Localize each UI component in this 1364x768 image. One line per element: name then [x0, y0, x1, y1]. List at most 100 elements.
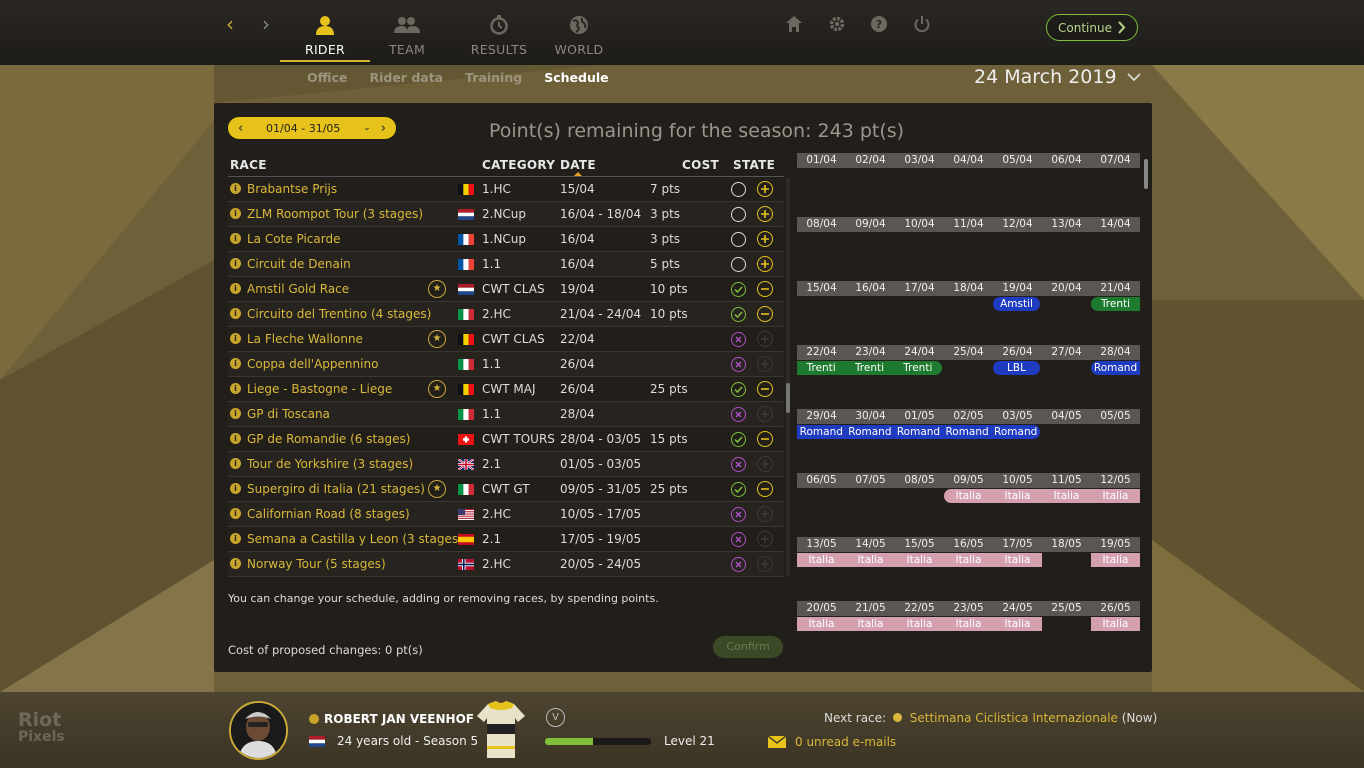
race-info-icon[interactable]: i	[230, 233, 241, 244]
table-row[interactable]: iAmstil Gold Race★CWT CLAS19/0410 pts	[228, 277, 784, 302]
back-arrow-icon[interactable]: ‹	[226, 12, 234, 36]
table-row[interactable]: iGP di Toscana1.128/04	[228, 402, 784, 427]
mail-link[interactable]: 0 unread e-mails	[768, 735, 896, 749]
calendar-race-bar[interactable]: Romand	[1091, 361, 1140, 375]
current-date-selector[interactable]: 24 March 2019	[974, 66, 1141, 88]
chevron-left-icon[interactable]: ‹	[238, 121, 243, 136]
tab-results[interactable]: RESULTS	[454, 10, 544, 57]
race-name[interactable]: La Fleche Wallonne	[247, 327, 363, 351]
column-header-cost[interactable]: COST	[682, 158, 719, 172]
race-name[interactable]: Norway Tour (5 stages)	[247, 552, 386, 576]
race-name[interactable]: GP di Toscana	[247, 402, 330, 426]
table-row[interactable]: iLa Cote Picarde1.NCup16/043 pts	[228, 227, 784, 252]
power-icon[interactable]	[913, 15, 931, 33]
table-row[interactable]: iNorway Tour (5 stages)2.HC20/05 - 24/05	[228, 552, 784, 577]
race-info-icon[interactable]: i	[230, 433, 241, 444]
remove-race-button[interactable]	[757, 281, 773, 297]
table-row[interactable]: iSemana a Castilla y Leon (3 stages)2.11…	[228, 527, 784, 552]
column-header-date[interactable]: DATE	[560, 158, 596, 172]
subtab-schedule[interactable]: Schedule	[544, 70, 608, 85]
table-row[interactable]: iSupergiro di Italia (21 stages)★CWT GT0…	[228, 477, 784, 502]
calendar-scrollbar[interactable]	[1144, 153, 1148, 658]
calendar-race-bar[interactable]: LBL	[993, 361, 1040, 375]
tab-world[interactable]: WORLD	[534, 10, 624, 57]
confirm-button[interactable]: Confirm	[713, 636, 783, 658]
gear-icon[interactable]	[828, 15, 846, 33]
race-list-scrollbar[interactable]	[786, 178, 790, 576]
calendar-race-bar[interactable]: RomandRomandRomandRomandRomand	[797, 425, 1040, 439]
column-header-state[interactable]: STATE	[733, 158, 775, 172]
subtab-office[interactable]: Office	[307, 70, 347, 85]
race-info-icon[interactable]: i	[230, 483, 241, 494]
race-info-icon[interactable]: i	[230, 408, 241, 419]
continue-button[interactable]: Continue	[1046, 14, 1138, 41]
scrollbar-thumb[interactable]	[786, 383, 790, 413]
race-name[interactable]: Liege - Bastogne - Liege	[247, 377, 392, 401]
race-info-icon[interactable]: i	[230, 458, 241, 469]
avatar[interactable]	[229, 701, 288, 760]
race-info-icon[interactable]: i	[230, 183, 241, 194]
rider-info-icon[interactable]	[309, 714, 319, 724]
home-icon[interactable]	[785, 15, 803, 33]
race-info-icon[interactable]: i	[230, 508, 241, 519]
race-name[interactable]: Circuito del Trentino (4 stages)	[247, 302, 431, 326]
chevron-right-small-icon[interactable]: ›	[381, 121, 386, 136]
add-race-button[interactable]	[757, 181, 773, 197]
add-race-button[interactable]	[757, 206, 773, 222]
calendar-race-bar[interactable]: ItaliaItaliaItaliaItaliaItalia	[797, 617, 1042, 631]
rider-name[interactable]: ROBERT JAN VEENHOF	[324, 712, 474, 726]
table-row[interactable]: iCalifornian Road (8 stages)2.HC10/05 - …	[228, 502, 784, 527]
race-name[interactable]: GP de Romandie (6 stages)	[247, 427, 410, 451]
race-name[interactable]: Circuit de Denain	[247, 252, 351, 276]
calendar-race-bar[interactable]: Italia	[1091, 617, 1140, 631]
race-name[interactable]: Californian Road (8 stages)	[247, 502, 410, 526]
calendar-race-bar[interactable]: ItaliaItaliaItaliaItalia	[944, 489, 1140, 503]
calendar-race-bar[interactable]: Italia	[1091, 553, 1140, 567]
forward-arrow-icon[interactable]: ›	[262, 12, 270, 36]
calendar-race-bar[interactable]: ItaliaItaliaItaliaItaliaItalia	[797, 553, 1042, 567]
race-name[interactable]: Semana a Castilla y Leon (3 stages)	[247, 527, 463, 551]
next-race-link[interactable]: Settimana Ciclistica Internazionale	[910, 711, 1118, 725]
calendar-race-bar[interactable]: TrentiTrentiTrenti	[797, 361, 942, 375]
table-row[interactable]: iCoppa dell'Appennino1.126/04	[228, 352, 784, 377]
calendar-scrollbar-thumb[interactable]	[1144, 159, 1148, 189]
race-info-icon[interactable]: i	[230, 283, 241, 294]
race-name[interactable]: Tour de Yorkshire (3 stages)	[247, 452, 413, 476]
table-row[interactable]: iGP de Romandie (6 stages)CWT TOURS28/04…	[228, 427, 784, 452]
column-header-race[interactable]: RACE	[230, 158, 267, 172]
table-row[interactable]: iLiege - Bastogne - Liege★CWT MAJ26/0425…	[228, 377, 784, 402]
subtab-rider-data[interactable]: Rider data	[369, 70, 443, 85]
table-row[interactable]: iCircuit de Denain1.116/045 pts	[228, 252, 784, 277]
race-name[interactable]: Brabantse Prijs	[247, 177, 337, 201]
race-info-icon[interactable]: i	[230, 308, 241, 319]
calendar-race-bar[interactable]: Amstil	[993, 297, 1040, 311]
add-race-button[interactable]	[757, 256, 773, 272]
race-info-icon[interactable]: i	[230, 358, 241, 369]
table-row[interactable]: iCircuito del Trentino (4 stages)2.HC21/…	[228, 302, 784, 327]
column-header-category[interactable]: CATEGORY	[482, 158, 555, 172]
race-name[interactable]: Amstil Gold Race	[247, 277, 349, 301]
calendar-race-bar[interactable]: Trenti	[1091, 297, 1140, 311]
race-info-icon[interactable]: i	[230, 208, 241, 219]
table-row[interactable]: iTour de Yorkshire (3 stages)2.101/05 - …	[228, 452, 784, 477]
remove-race-button[interactable]	[757, 481, 773, 497]
subtab-training[interactable]: Training	[465, 70, 522, 85]
race-name[interactable]: ZLM Roompot Tour (3 stages)	[247, 202, 423, 226]
remove-race-button[interactable]	[757, 431, 773, 447]
jersey-icon[interactable]	[476, 700, 526, 760]
race-info-icon[interactable]: i	[230, 333, 241, 344]
tab-team[interactable]: TEAM	[362, 10, 452, 57]
tab-rider[interactable]: RIDER	[280, 10, 370, 62]
date-range-selector[interactable]: ‹ 01/04 - 31/05 ⌄ ›	[228, 117, 396, 139]
chevron-down-small-icon[interactable]: ⌄	[363, 123, 371, 133]
remove-race-button[interactable]	[757, 381, 773, 397]
race-name[interactable]: Coppa dell'Appennino	[247, 352, 378, 376]
race-info-icon[interactable]: i	[230, 258, 241, 269]
race-info-icon[interactable]: i	[230, 383, 241, 394]
race-info-icon[interactable]: i	[230, 558, 241, 569]
remove-race-button[interactable]	[757, 306, 773, 322]
race-name[interactable]: La Cote Picarde	[247, 227, 340, 251]
table-row[interactable]: iBrabantse Prijs1.HC15/047 pts	[228, 177, 784, 202]
help-icon[interactable]: ?	[870, 15, 888, 33]
race-name[interactable]: Supergiro di Italia (21 stages)	[247, 477, 425, 501]
